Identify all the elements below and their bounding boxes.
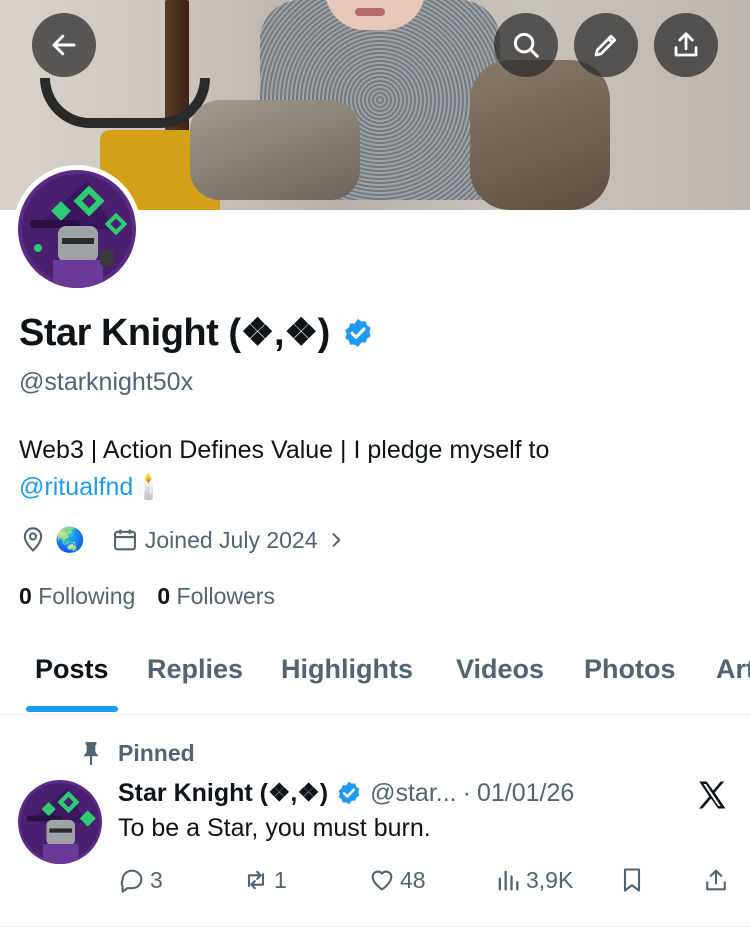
banner-arm-armor bbox=[470, 60, 610, 210]
reply-button[interactable]: 3 bbox=[118, 862, 163, 898]
follow-stats: 0 Following 0 Followers bbox=[19, 583, 275, 610]
followers-link[interactable]: 0 Followers bbox=[157, 583, 275, 610]
location-emoji: 🌏 bbox=[55, 526, 85, 554]
bio-text: Web3 | Action Defines Value | I pledge m… bbox=[19, 436, 550, 464]
share-post-button[interactable] bbox=[702, 862, 730, 898]
tab-replies[interactable]: Replies bbox=[147, 654, 243, 685]
following-label: Following bbox=[38, 583, 136, 609]
post-text: To be a Star, you must burn. bbox=[118, 814, 431, 842]
knight-avatar-image-small bbox=[18, 780, 102, 864]
heart-icon bbox=[371, 870, 393, 891]
profile-tabs: Posts Replies Highlights Videos Photos A… bbox=[0, 640, 750, 715]
joined-date: Joined July 2024 bbox=[144, 526, 318, 553]
followers-label: Followers bbox=[176, 583, 275, 609]
like-button[interactable]: 48 bbox=[368, 862, 426, 898]
calendar-icon bbox=[113, 529, 136, 551]
back-button[interactable] bbox=[32, 13, 96, 77]
views-count: 3,9K bbox=[526, 866, 574, 893]
edit-button[interactable] bbox=[574, 13, 638, 77]
post-actions: 3 1 48 3,9K bbox=[0, 862, 750, 898]
profile-bio: Web3 | Action Defines Value | I pledge m… bbox=[19, 432, 719, 506]
share-icon bbox=[674, 32, 698, 57]
profile-meta: 🌏 Joined July 2024 bbox=[19, 522, 346, 558]
tab-articles[interactable]: Art bbox=[716, 654, 750, 685]
bookmark-icon bbox=[623, 868, 641, 892]
pencil-icon bbox=[594, 34, 617, 57]
reply-icon bbox=[120, 869, 143, 893]
share-button[interactable] bbox=[654, 13, 718, 77]
tab-posts[interactable]: Posts bbox=[35, 654, 109, 685]
banner-gauntlet bbox=[190, 100, 360, 200]
like-count: 48 bbox=[400, 866, 426, 893]
verified-badge-icon[interactable] bbox=[342, 317, 374, 349]
candle-emoji: 🕯️ bbox=[133, 473, 165, 501]
tab-videos[interactable]: Videos bbox=[456, 654, 544, 685]
following-count: 0 bbox=[19, 583, 32, 609]
knight-avatar-image bbox=[18, 170, 136, 288]
followers-count: 0 bbox=[157, 583, 171, 609]
post-header: Star Knight (❖,❖) @star... · 01/01/26 bbox=[118, 776, 574, 810]
following-link[interactable]: 0 Following bbox=[19, 583, 135, 610]
views-button[interactable]: 3,9K bbox=[494, 862, 573, 898]
pinned-label: Pinned bbox=[118, 739, 195, 766]
pin-icon bbox=[83, 742, 99, 765]
bookmark-button[interactable] bbox=[618, 862, 646, 898]
repost-icon bbox=[247, 870, 265, 890]
profile-handle: @starknight50x bbox=[19, 368, 194, 396]
profile-name: Star Knight (❖,❖) bbox=[19, 310, 374, 355]
search-button[interactable] bbox=[494, 13, 558, 77]
verified-badge-icon bbox=[338, 781, 360, 805]
x-logo-icon[interactable] bbox=[694, 778, 730, 812]
banner-lips bbox=[355, 8, 385, 16]
search-icon bbox=[513, 32, 539, 58]
location-pin-icon bbox=[23, 527, 43, 552]
pinned-indicator: Pinned bbox=[80, 737, 195, 769]
active-tab-indicator bbox=[26, 706, 118, 712]
chevron-right-icon[interactable] bbox=[326, 530, 346, 550]
post-separator: · bbox=[462, 778, 471, 807]
views-icon bbox=[498, 870, 519, 891]
post-author-handle[interactable]: @star... bbox=[370, 779, 457, 808]
profile-name-text: Star Knight (❖,❖) bbox=[19, 312, 330, 354]
post-author-avatar[interactable] bbox=[18, 780, 102, 864]
repost-button[interactable]: 1 bbox=[242, 862, 287, 898]
arrow-left-icon bbox=[52, 34, 76, 56]
tab-photos[interactable]: Photos bbox=[584, 654, 676, 685]
bio-mention-link[interactable]: @ritualfnd bbox=[19, 473, 133, 501]
tab-highlights[interactable]: Highlights bbox=[281, 654, 413, 685]
share-icon bbox=[706, 869, 726, 891]
repost-count: 1 bbox=[274, 866, 287, 893]
post-author-name[interactable]: Star Knight (❖,❖) bbox=[118, 778, 328, 808]
post-date[interactable]: 01/01/26 bbox=[477, 779, 574, 808]
post-divider bbox=[0, 926, 750, 927]
reply-count: 3 bbox=[150, 866, 163, 893]
profile-avatar[interactable] bbox=[13, 165, 141, 293]
banner-sword-guard bbox=[40, 78, 210, 128]
